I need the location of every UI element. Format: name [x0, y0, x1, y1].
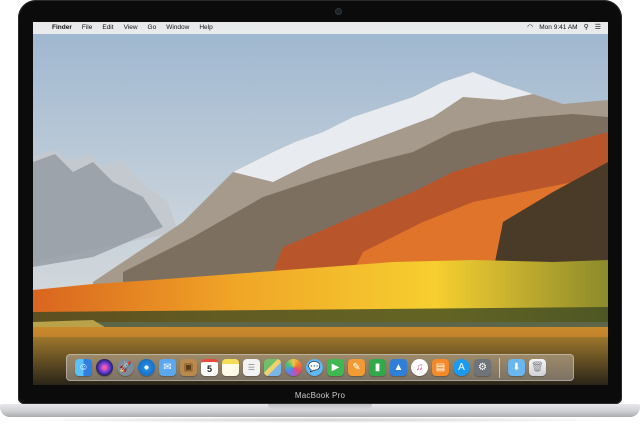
dock: ☺ 🚀 ✉ ▣ 5 ☰ 💬 ▶ ✎ ▮ ▲ ♫ ▤ A ⚙ ⬇ 🗑	[66, 354, 574, 381]
messages-icon[interactable]: 💬	[306, 359, 323, 376]
numbers-icon[interactable]: ▮	[369, 359, 386, 376]
siri-icon[interactable]	[96, 359, 113, 376]
notification-center-icon[interactable]: ☰	[592, 22, 604, 34]
mail-icon[interactable]: ✉	[159, 359, 176, 376]
downloads-folder-icon[interactable]: ⬇	[508, 359, 525, 376]
notes-icon[interactable]	[222, 359, 239, 376]
launchpad-icon[interactable]: 🚀	[117, 359, 134, 376]
contacts-icon[interactable]: ▣	[180, 359, 197, 376]
maps-icon[interactable]	[264, 359, 281, 376]
facetime-icon[interactable]: ▶	[327, 359, 344, 376]
device-label: MacBook Pro	[294, 391, 346, 400]
wifi-icon[interactable]: ◠	[524, 22, 536, 34]
menu-help[interactable]: Help	[194, 22, 217, 34]
high-sierra-wallpaper	[33, 22, 608, 385]
app-store-icon[interactable]: A	[453, 359, 470, 376]
dock-separator	[499, 357, 500, 378]
photos-icon[interactable]	[285, 359, 302, 376]
menu-go[interactable]: Go	[143, 22, 162, 34]
status-area: ◠ Mon 9:41 AM ⚲ ☰	[524, 22, 608, 34]
clock[interactable]: Mon 9:41 AM	[536, 22, 580, 34]
opening-notch	[268, 404, 372, 410]
menu-finder[interactable]: Finder	[47, 22, 77, 34]
finder-icon[interactable]: ☺	[75, 359, 92, 376]
itunes-icon[interactable]: ♫	[411, 359, 428, 376]
reminders-icon[interactable]: ☰	[243, 359, 260, 376]
desktop-screen[interactable]: Finder File Edit View Go Window Help ◠ M…	[33, 22, 608, 385]
menu-file[interactable]: File	[77, 22, 97, 34]
menu-view[interactable]: View	[119, 22, 143, 34]
menu-edit[interactable]: Edit	[97, 22, 118, 34]
safari-icon[interactable]	[138, 359, 155, 376]
laptop-shadow	[10, 417, 630, 423]
menu-bar: Finder File Edit View Go Window Help ◠ M…	[33, 22, 608, 34]
keynote-icon[interactable]: ▲	[390, 359, 407, 376]
spotlight-search-icon[interactable]: ⚲	[581, 22, 592, 34]
ibooks-icon[interactable]: ▤	[432, 359, 449, 376]
camera-icon	[336, 9, 341, 14]
trash-icon[interactable]: 🗑	[529, 359, 546, 376]
menu-window[interactable]: Window	[161, 22, 194, 34]
system-preferences-icon[interactable]: ⚙	[474, 359, 491, 376]
pages-icon[interactable]: ✎	[348, 359, 365, 376]
calendar-icon[interactable]: 5	[201, 359, 218, 376]
